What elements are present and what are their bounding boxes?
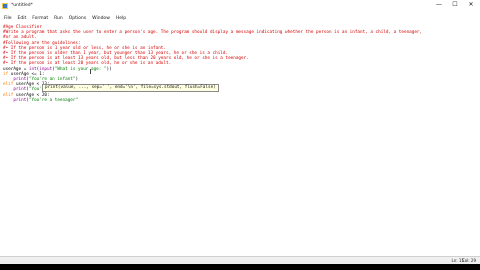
close-icon[interactable]: ✕ [464, 1, 478, 9]
menu-window[interactable]: Window [92, 16, 110, 21]
window-controls: — ☐ ✕ [432, 1, 478, 9]
code-token: "You're a teenager" [28, 97, 79, 103]
code-line: #Write a program that asks the user to e… [3, 30, 422, 35]
menu-edit[interactable]: Edit [18, 16, 27, 21]
menu-help[interactable]: Help [116, 16, 126, 21]
code-token: "What is your age: " [54, 66, 107, 72]
code-token: )) [106, 66, 112, 72]
status-bar: Ln: 15 Col: 29 [0, 256, 480, 264]
menu-bar: File Edit Format Run Options Window Help [0, 13, 480, 23]
code-token: ) [75, 77, 79, 82]
code-editor[interactable]: #Age Classifier #Write a program that ask… [0, 24, 480, 256]
code-token: #Write a program that asks the user to e… [3, 30, 423, 36]
menu-format[interactable]: Format [32, 16, 48, 21]
code-line: print("You're a teenager" [3, 98, 78, 103]
menu-options[interactable]: Options [69, 16, 86, 21]
menu-file[interactable]: File [4, 16, 12, 21]
text-cursor [90, 69, 91, 74]
status-column-number: Col: 29 [461, 258, 476, 263]
python-app-icon [2, 2, 8, 9]
maximize-icon[interactable]: ☐ [448, 1, 462, 9]
calltip-tooltip: print(value, ..., sep=' ', end='\n', fil… [42, 84, 219, 92]
menu-run[interactable]: Run [54, 16, 63, 21]
code-token: print [13, 97, 27, 103]
idle-editor-window: *untitled* — ☐ ✕ File Edit Format Run Op… [0, 0, 480, 270]
screen-bottom-border [0, 264, 480, 270]
title-bar: *untitled* — ☐ ✕ [0, 0, 480, 11]
window-title: *untitled* [11, 3, 33, 8]
minimize-icon[interactable]: — [432, 1, 446, 9]
